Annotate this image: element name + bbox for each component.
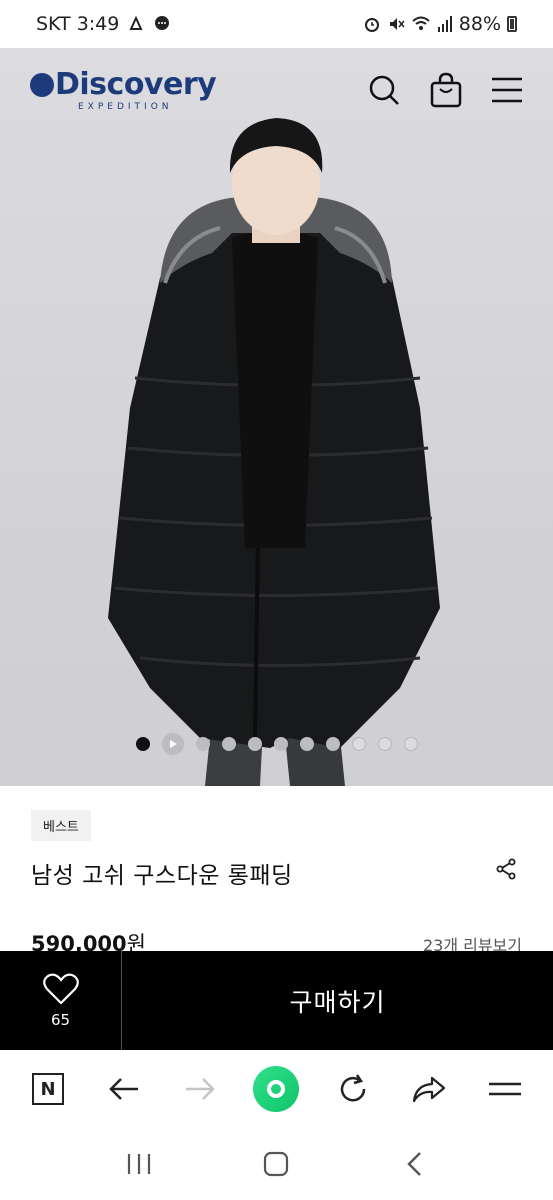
green-dot-button[interactable] <box>252 1065 300 1113</box>
share-button[interactable] <box>494 857 518 881</box>
menu-icon <box>492 77 522 103</box>
product-photo <box>108 118 440 786</box>
carousel-dot[interactable] <box>195 737 210 751</box>
recent-apps-button[interactable] <box>119 1144 159 1184</box>
carousel-dot[interactable] <box>299 737 314 751</box>
brand-logo[interactable]: Discovery EXPEDITION <box>30 67 217 112</box>
back-button[interactable] <box>100 1065 148 1113</box>
wishlist-button[interactable]: 65 <box>0 951 122 1050</box>
system-navigation-bar <box>0 1128 553 1200</box>
alarm-icon <box>364 18 379 32</box>
carousel-indicators <box>0 733 553 755</box>
share-page-button[interactable] <box>405 1065 453 1113</box>
forward-arrow-icon <box>186 1078 216 1100</box>
browser-toolbar: N <box>0 1050 553 1128</box>
share-icon <box>496 858 516 880</box>
browser-menu-icon <box>488 1082 521 1096</box>
carrier-time: SKT 3:49 <box>36 13 120 35</box>
naver-home-icon: N <box>32 1073 65 1105</box>
logo-wordmark: Discovery <box>30 67 217 102</box>
menu-button[interactable] <box>487 70 527 110</box>
carousel-dot[interactable] <box>325 737 340 751</box>
refresh-icon <box>340 1074 365 1102</box>
carousel-dot[interactable] <box>221 737 236 751</box>
system-back-button[interactable] <box>394 1144 434 1184</box>
battery-icon <box>507 16 517 32</box>
status-right: 88% <box>363 13 517 35</box>
search-icon <box>369 75 399 105</box>
refresh-button[interactable] <box>329 1065 377 1113</box>
back-icon <box>407 1152 421 1176</box>
status-left: SKT 3:49 <box>36 13 171 35</box>
green-dot-icon <box>253 1066 300 1112</box>
forward-button[interactable] <box>176 1065 224 1113</box>
back-arrow-icon <box>109 1078 139 1100</box>
chat-icon <box>155 16 170 30</box>
carousel-dot[interactable] <box>403 737 418 751</box>
cart-button[interactable] <box>426 70 466 110</box>
wish-count: 65 <box>50 1010 71 1029</box>
logo-globe-icon <box>30 73 54 97</box>
logo-subtext: EXPEDITION <box>78 102 173 112</box>
status-bar: SKT 3:49 88% <box>0 0 553 48</box>
heart-icon <box>42 973 79 1005</box>
site-header: Discovery EXPEDITION <box>0 48 553 134</box>
product-image[interactable] <box>0 48 553 786</box>
carousel-dot[interactable] <box>135 737 150 751</box>
buy-button[interactable]: 구매하기 <box>122 951 553 1050</box>
carousel-dot[interactable] <box>351 737 366 751</box>
carousel-dot[interactable] <box>377 737 392 751</box>
best-badge: 베스트 <box>31 810 91 841</box>
video-play-dot[interactable] <box>161 733 184 755</box>
carousel-dot[interactable] <box>273 737 288 751</box>
play-icon <box>169 740 177 748</box>
system-home-button[interactable] <box>256 1144 296 1184</box>
purchase-bar: 65 구매하기 <box>0 951 553 1050</box>
browser-menu-button[interactable] <box>481 1065 529 1113</box>
home-icon <box>264 1151 289 1177</box>
battery-percent: 88% <box>458 13 501 35</box>
recent-apps-icon <box>127 1154 150 1174</box>
wifi-icon <box>412 16 430 30</box>
search-button[interactable] <box>364 70 404 110</box>
mute-icon <box>389 18 405 30</box>
shopping-bag-icon <box>430 72 462 108</box>
product-title: 남성 고쉬 구스다운 롱패딩 <box>31 863 293 889</box>
signal-icon <box>437 16 452 32</box>
notification-icon <box>129 15 143 30</box>
carousel-dot[interactable] <box>247 737 262 751</box>
naver-home-button[interactable]: N <box>24 1065 72 1113</box>
share-arrow-icon <box>412 1076 445 1103</box>
logo-text: Discovery <box>55 67 217 102</box>
